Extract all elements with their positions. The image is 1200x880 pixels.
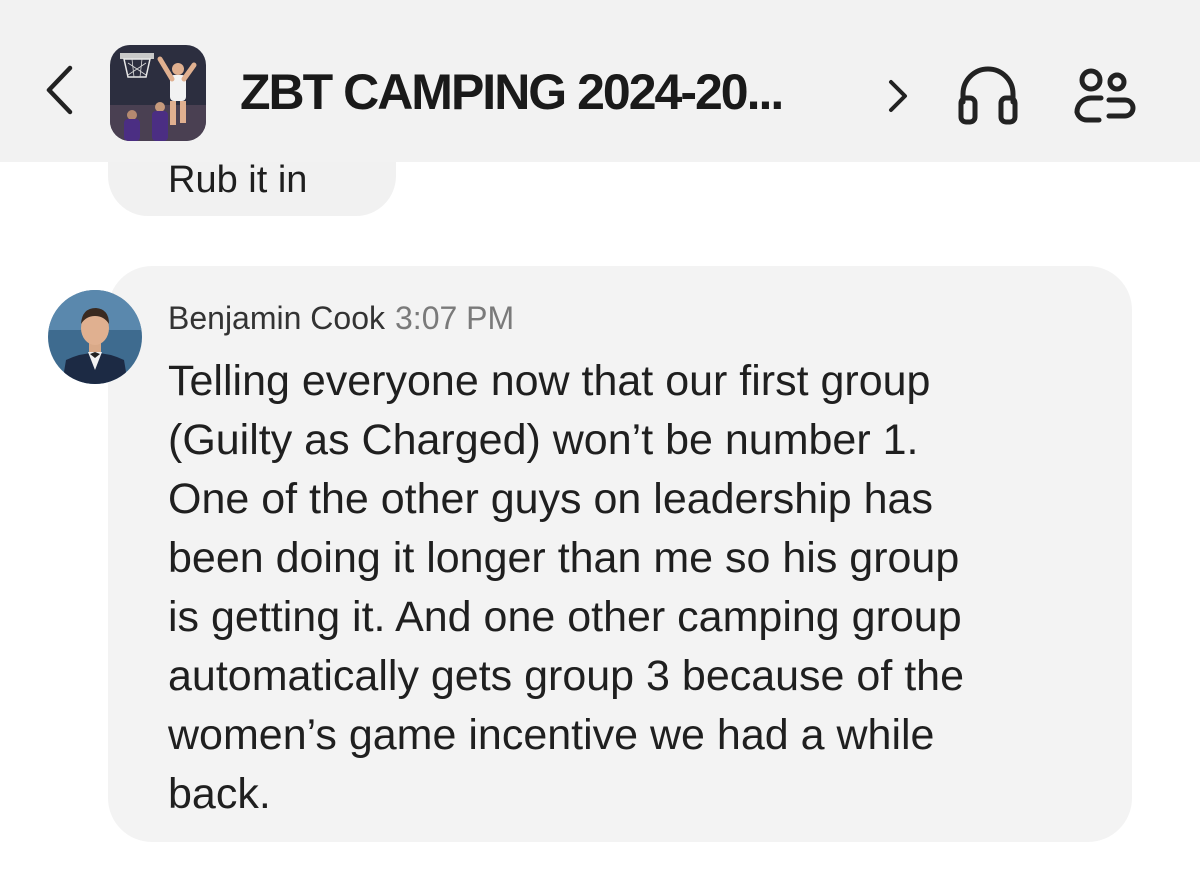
message-line: back.: [168, 770, 271, 818]
group-avatar[interactable]: [110, 45, 206, 141]
chat-header: ZBT CAMPING 2024-20...: [0, 0, 1200, 162]
chevron-left-icon: [46, 65, 73, 115]
sender-name[interactable]: Benjamin Cook: [168, 300, 385, 336]
message-text: Telling everyone now that our first grou…: [168, 352, 1098, 824]
message-line: Telling everyone now that our first grou…: [168, 357, 931, 405]
message-line: One of the other guys on leadership has: [168, 475, 933, 523]
basketball-dunk-image: [110, 45, 206, 141]
message-line: automatically gets group 3 because of th…: [168, 652, 965, 700]
headphones-icon: [958, 66, 1018, 125]
chat-details-button[interactable]: [878, 72, 918, 120]
chat-title[interactable]: ZBT CAMPING 2024-20...: [240, 62, 850, 122]
chevron-right-icon: [889, 80, 907, 112]
message-timestamp: 3:07 PM: [395, 300, 515, 336]
members-button[interactable]: [1064, 58, 1144, 130]
message-line: women’s game incentive we had a while: [168, 711, 935, 759]
voice-call-button[interactable]: [948, 58, 1028, 130]
message-line: been doing it longer than me so his grou…: [168, 534, 960, 582]
sender-avatar[interactable]: [48, 290, 142, 384]
message-line: is getting it. And one other camping gro…: [168, 593, 962, 641]
members-icon: [1074, 68, 1136, 123]
message-line: (Guilty as Charged) won’t be number 1.: [168, 416, 919, 464]
profile-photo: [48, 290, 142, 384]
back-button[interactable]: [36, 58, 82, 122]
message-meta: Benjamin Cook 3:07 PM: [168, 298, 514, 338]
previous-message-text: Rub it in: [168, 159, 308, 201]
